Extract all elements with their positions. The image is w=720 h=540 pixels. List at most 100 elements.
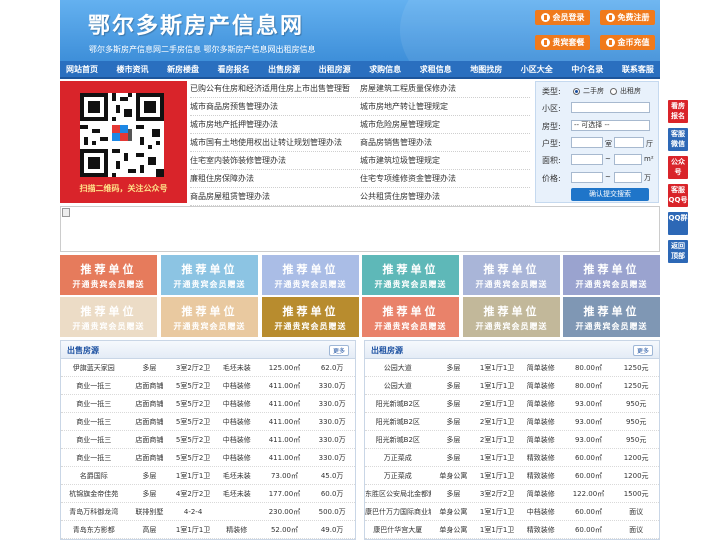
policy-link[interactable]: 房屋建筑工程质量保修办法: [360, 80, 530, 97]
listing-community[interactable]: 万正菜成: [365, 449, 431, 466]
nav-agencies[interactable]: 中介名录: [571, 61, 603, 77]
listing-community[interactable]: 阳光新城B2区: [365, 413, 431, 430]
recharge-button[interactable]: 金币充值: [600, 35, 655, 50]
listing-community[interactable]: 康巴什华宫大厦: [365, 521, 431, 538]
listing-community[interactable]: 公园大道: [365, 359, 431, 376]
area-min-input[interactable]: [571, 154, 603, 165]
listing-community[interactable]: 阳光新城B2区: [365, 431, 431, 448]
policy-link[interactable]: 城市房地产转让管理规定: [360, 98, 530, 115]
more-button[interactable]: 更多: [632, 345, 653, 356]
table-row[interactable]: 万正菜成 单身公寓 1室1厅1卫 精致装修 60.00㎡ 1200元: [365, 467, 659, 485]
listing-community[interactable]: 阳光新城B2区: [365, 395, 431, 412]
listing-community[interactable]: 万正菜成: [365, 467, 431, 484]
policy-link[interactable]: 城市国有土地使用权出让转让规划管理办法: [190, 134, 360, 151]
hall-select[interactable]: [614, 137, 644, 148]
listing-community[interactable]: 康巴什万力国际商业城: [365, 503, 431, 520]
table-row[interactable]: 阳光新城B2区 多层 2室1厅1卫 简单装修 93.00㎡ 950元: [365, 413, 659, 431]
type-radio-sale[interactable]: [573, 88, 580, 95]
table-row[interactable]: 名爵国际 多层 1室1厅1卫 毛坯未装 73.00㎡ 45.0万: [61, 467, 355, 485]
table-row[interactable]: 康巴什华宫大厦 单身公寓 1室1厅1卫 精致装修 60.00㎡ 面议: [365, 521, 659, 539]
listing-community[interactable]: 青岛东方影都: [61, 521, 127, 538]
type-radio-rent[interactable]: [610, 88, 617, 95]
nav-new-homes[interactable]: 新房楼盘: [167, 61, 199, 77]
listing-community[interactable]: 商业一抵三: [61, 431, 127, 448]
search-submit-button[interactable]: 确认提交搜索: [571, 188, 649, 201]
float-qq-group[interactable]: QQ群: [668, 212, 688, 235]
table-row[interactable]: 杭锦旗金帝佳苑 多层 4室2厅2卫 毛坯未装 177.00㎡ 60.0万: [61, 485, 355, 503]
recommend-tile[interactable]: 推荐单位 开通贵宾会员赠送: [463, 255, 560, 295]
nav-communities[interactable]: 小区大全: [521, 61, 553, 77]
float-back-to-top[interactable]: 返回顶部: [668, 240, 688, 263]
listing-community[interactable]: 商业一抵三: [61, 395, 127, 412]
policy-link[interactable]: 城市房地产抵押管理办法: [190, 116, 360, 133]
vip-package-button[interactable]: 贵宾套餐: [535, 35, 590, 50]
table-row[interactable]: 阳光新城B2区 多层 2室1厅1卫 简单装修 93.00㎡ 950元: [365, 395, 659, 413]
community-input[interactable]: [571, 102, 650, 113]
room-select[interactable]: [571, 137, 603, 148]
recommend-tile[interactable]: 推荐单位 开通贵宾会员赠送: [60, 255, 157, 295]
nav-sale[interactable]: 出售房源: [268, 61, 300, 77]
table-row[interactable]: 万正菜成 多层 1室1厅1卫 精致装修 60.00㎡ 1200元: [365, 449, 659, 467]
recommend-tile[interactable]: 推荐单位 开通贵宾会员赠送: [60, 297, 157, 337]
recommend-tile[interactable]: 推荐单位 开通贵宾会员赠送: [262, 297, 359, 337]
table-row[interactable]: 东胜区公安局北金都紫 多层 3室2厅2卫 简单装修 122.00㎡ 1500元: [365, 485, 659, 503]
recommend-tile[interactable]: 推荐单位 开通贵宾会员赠送: [563, 297, 660, 337]
table-row[interactable]: 商业一抵三 店面商铺 5室5厅2卫 中档装修 411.00㎡ 330.0万: [61, 377, 355, 395]
recommend-tile[interactable]: 推荐单位 开通贵宾会员赠送: [161, 297, 258, 337]
table-row[interactable]: 康巴什万力国际商业城 单身公寓 1室1厅1卫 中档装修 60.00㎡ 面议: [365, 503, 659, 521]
policy-link[interactable]: 已购公有住房和经济适用住房上市出售管理暂: [190, 80, 360, 97]
listing-community[interactable]: 公园大道: [365, 377, 431, 394]
float-official-account[interactable]: 公众号: [668, 156, 688, 179]
nav-news[interactable]: 楼市资讯: [117, 61, 149, 77]
listing-community[interactable]: 杭锦旗金帝佳苑: [61, 485, 127, 502]
policy-link[interactable]: 城市商品房预售管理办法: [190, 98, 360, 115]
recommend-tile[interactable]: 推荐单位 开通贵宾会员赠送: [262, 255, 359, 295]
recommend-tile[interactable]: 推荐单位 开通贵宾会员赠送: [362, 297, 459, 337]
nav-rent[interactable]: 出租房源: [319, 61, 351, 77]
site-logo[interactable]: 鄂尔多斯房产信息网: [88, 8, 304, 40]
nav-wanted-rent[interactable]: 求租信息: [420, 61, 452, 77]
policy-link[interactable]: 商品房屋租赁管理办法: [190, 188, 360, 205]
nav-map[interactable]: 地图找房: [470, 61, 502, 77]
policy-link[interactable]: 公共租赁住房管理办法: [360, 188, 530, 205]
table-row[interactable]: 公园大道 多层 1室1厅1卫 简单装修 80.00㎡ 1250元: [365, 377, 659, 395]
table-row[interactable]: 青岛万科御龙湾 联排别墅 4-2-4 230.00㎡ 500.0万: [61, 503, 355, 521]
table-row[interactable]: 阳光新城B2区 多层 2室1厅1卫 简单装修 93.00㎡ 950元: [365, 431, 659, 449]
policy-link[interactable]: 商品房销售管理办法: [360, 134, 530, 151]
listing-community[interactable]: 商业一抵三: [61, 449, 127, 466]
listing-community[interactable]: 商业一抵三: [61, 377, 127, 394]
recommend-tile[interactable]: 推荐单位 开通贵宾会员赠送: [463, 297, 560, 337]
banner-placeholder[interactable]: [60, 206, 660, 252]
recommend-tile[interactable]: 推荐单位 开通贵宾会员赠送: [362, 255, 459, 295]
listing-community[interactable]: 名爵国际: [61, 467, 127, 484]
policy-link[interactable]: 住宅室内装饰装修管理办法: [190, 152, 360, 169]
price-max-input[interactable]: [614, 172, 642, 183]
table-row[interactable]: 公园大道 多层 1室1厅1卫 简单装修 80.00㎡ 1250元: [365, 359, 659, 377]
policy-link[interactable]: 廉租住房保障办法: [190, 170, 360, 187]
policy-link[interactable]: 城市危险房屋管理规定: [360, 116, 530, 133]
nav-home[interactable]: 网站首页: [66, 61, 98, 77]
listing-community[interactable]: 青岛万科御龙湾: [61, 503, 127, 520]
table-row[interactable]: 伊旗蓝天家园 多层 3室2厅2卫 毛坯未装 125.00㎡ 62.0万: [61, 359, 355, 377]
float-qq-service[interactable]: 客服QQ号: [668, 184, 688, 207]
policy-link[interactable]: 住宅专项维修资金管理办法: [360, 170, 530, 187]
recommend-tile[interactable]: 推荐单位 开通贵宾会员赠送: [161, 255, 258, 295]
price-min-input[interactable]: [571, 172, 603, 183]
login-button[interactable]: 会员登录: [535, 10, 590, 25]
listing-community[interactable]: 伊旗蓝天家园: [61, 359, 127, 376]
nav-viewing-signup[interactable]: 看房报名: [218, 61, 250, 77]
listing-community[interactable]: 东胜区公安局北金都紫: [365, 485, 431, 502]
policy-link[interactable]: 城市建筑垃圾管理规定: [360, 152, 530, 169]
table-row[interactable]: 商业一抵三 店面商铺 5室5厅2卫 中档装修 411.00㎡ 330.0万: [61, 431, 355, 449]
register-button[interactable]: 免费注册: [600, 10, 655, 25]
listing-community[interactable]: 商业一抵三: [61, 413, 127, 430]
area-max-input[interactable]: [614, 154, 642, 165]
table-row[interactable]: 青岛东方影都 高层 1室1厅1卫 精装修 52.00㎡ 49.0万: [61, 521, 355, 539]
table-row[interactable]: 商业一抵三 店面商铺 5室5厅2卫 中档装修 411.00㎡ 330.0万: [61, 395, 355, 413]
recommend-tile[interactable]: 推荐单位 开通贵宾会员赠送: [563, 255, 660, 295]
table-row[interactable]: 商业一抵三 店面商铺 5室5厅2卫 中档装修 411.00㎡ 330.0万: [61, 449, 355, 467]
table-row[interactable]: 商业一抵三 店面商铺 5室5厅2卫 中档装修 411.00㎡ 330.0万: [61, 413, 355, 431]
float-viewing-signup[interactable]: 看房报名: [668, 100, 688, 123]
nav-wanted-buy[interactable]: 求购信息: [369, 61, 401, 77]
nav-contact[interactable]: 联系客服: [622, 61, 654, 77]
